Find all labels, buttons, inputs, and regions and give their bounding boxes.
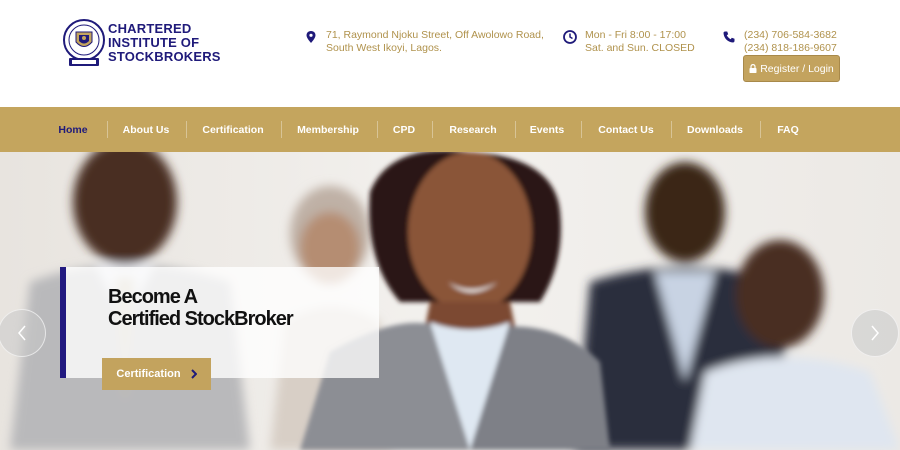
nav-item-certification[interactable]: Certification [199,107,267,152]
hero-title-line-1: Become A [108,286,198,308]
nav-divider [377,121,378,138]
nav-label: Membership [297,123,359,136]
phone-line-2[interactable]: (234) 818-186-9607 [744,42,837,55]
slider-next-button[interactable] [851,309,899,357]
main-nav: Home About Us Certification Membership C… [0,107,900,152]
logo-wordmark: CHARTERED INSTITUTE OF STOCKBROKERS [108,22,221,64]
logo-line-2: INSTITUTE OF [108,35,200,50]
nav-label: FAQ [777,123,799,136]
nav-item-faq[interactable]: FAQ [773,107,803,152]
nav-label: Research [449,123,497,136]
nav-divider [281,121,282,138]
hours-line-2: Sat. and Sun. CLOSED [585,41,695,54]
logo[interactable]: CHARTERED INSTITUTE OF STOCKBROKERS [62,18,221,68]
nav-item-cpd[interactable]: CPD [390,107,418,152]
nav-divider [186,121,187,138]
certification-cta-button[interactable]: Certification [102,358,211,390]
phone-icon [723,31,735,43]
nav-item-home[interactable]: Home [54,107,92,152]
chevron-right-icon [190,369,197,379]
nav-item-membership[interactable]: Membership [294,107,362,152]
hours-block: Mon - Fri 8:00 - 17:00 Sat. and Sun. CLO… [563,29,695,54]
nav-label: Certification [202,123,264,136]
hours-line-1: Mon - Fri 8:00 - 17:00 [585,29,686,41]
map-pin-icon [306,31,316,43]
phone-line-1[interactable]: (234) 706-584-3682 [744,29,837,42]
crest-icon [63,19,105,66]
chevron-right-icon [871,325,879,341]
hero-title-line-2: Certified StockBroker [108,308,294,330]
clock-icon [563,30,577,44]
nav-label: About Us [122,123,170,136]
nav-divider [107,121,108,138]
nav-divider [515,121,516,138]
nav-divider [581,121,582,138]
logo-line-3: STOCKBROKERS [108,49,221,64]
address-line-1: 71, Raymond Njoku Street, Off Awolowo Ro… [326,29,544,41]
nav-divider [671,121,672,138]
site-header: CHARTERED INSTITUTE OF STOCKBROKERS 71, … [0,0,900,107]
nav-item-contact-us[interactable]: Contact Us [596,107,656,152]
nav-item-research[interactable]: Research [446,107,500,152]
nav-label: Downloads [686,123,743,136]
hero-title: Become A Certified StockBroker [108,286,294,330]
chevron-left-icon [18,325,26,341]
address-line-2: South West Ikoyi, Lagos. [326,41,442,54]
hero-slider: Become A Certified StockBroker Certifica… [0,152,900,450]
logo-line-1: CHARTERED [108,21,192,36]
slider-prev-button[interactable] [0,309,46,357]
register-login-button[interactable]: Register / Login [743,55,840,82]
phone-block: (234) 706-584-3682 (234) 818-186-9607 [722,29,837,54]
register-login-label: Register / Login [760,62,834,75]
nav-label: Home [58,123,88,136]
nav-label: CPD [392,123,416,136]
nav-label: Events [529,123,565,136]
nav-divider [760,121,761,138]
nav-item-downloads[interactable]: Downloads [685,107,745,152]
nav-item-about-us[interactable]: About Us [120,107,172,152]
address-block: 71, Raymond Njoku Street, Off Awolowo Ro… [304,29,544,54]
lock-icon [749,64,757,73]
nav-item-events[interactable]: Events [528,107,566,152]
nav-divider [432,121,433,138]
nav-label: Contact Us [598,123,654,136]
cta-label: Certification [116,368,181,380]
